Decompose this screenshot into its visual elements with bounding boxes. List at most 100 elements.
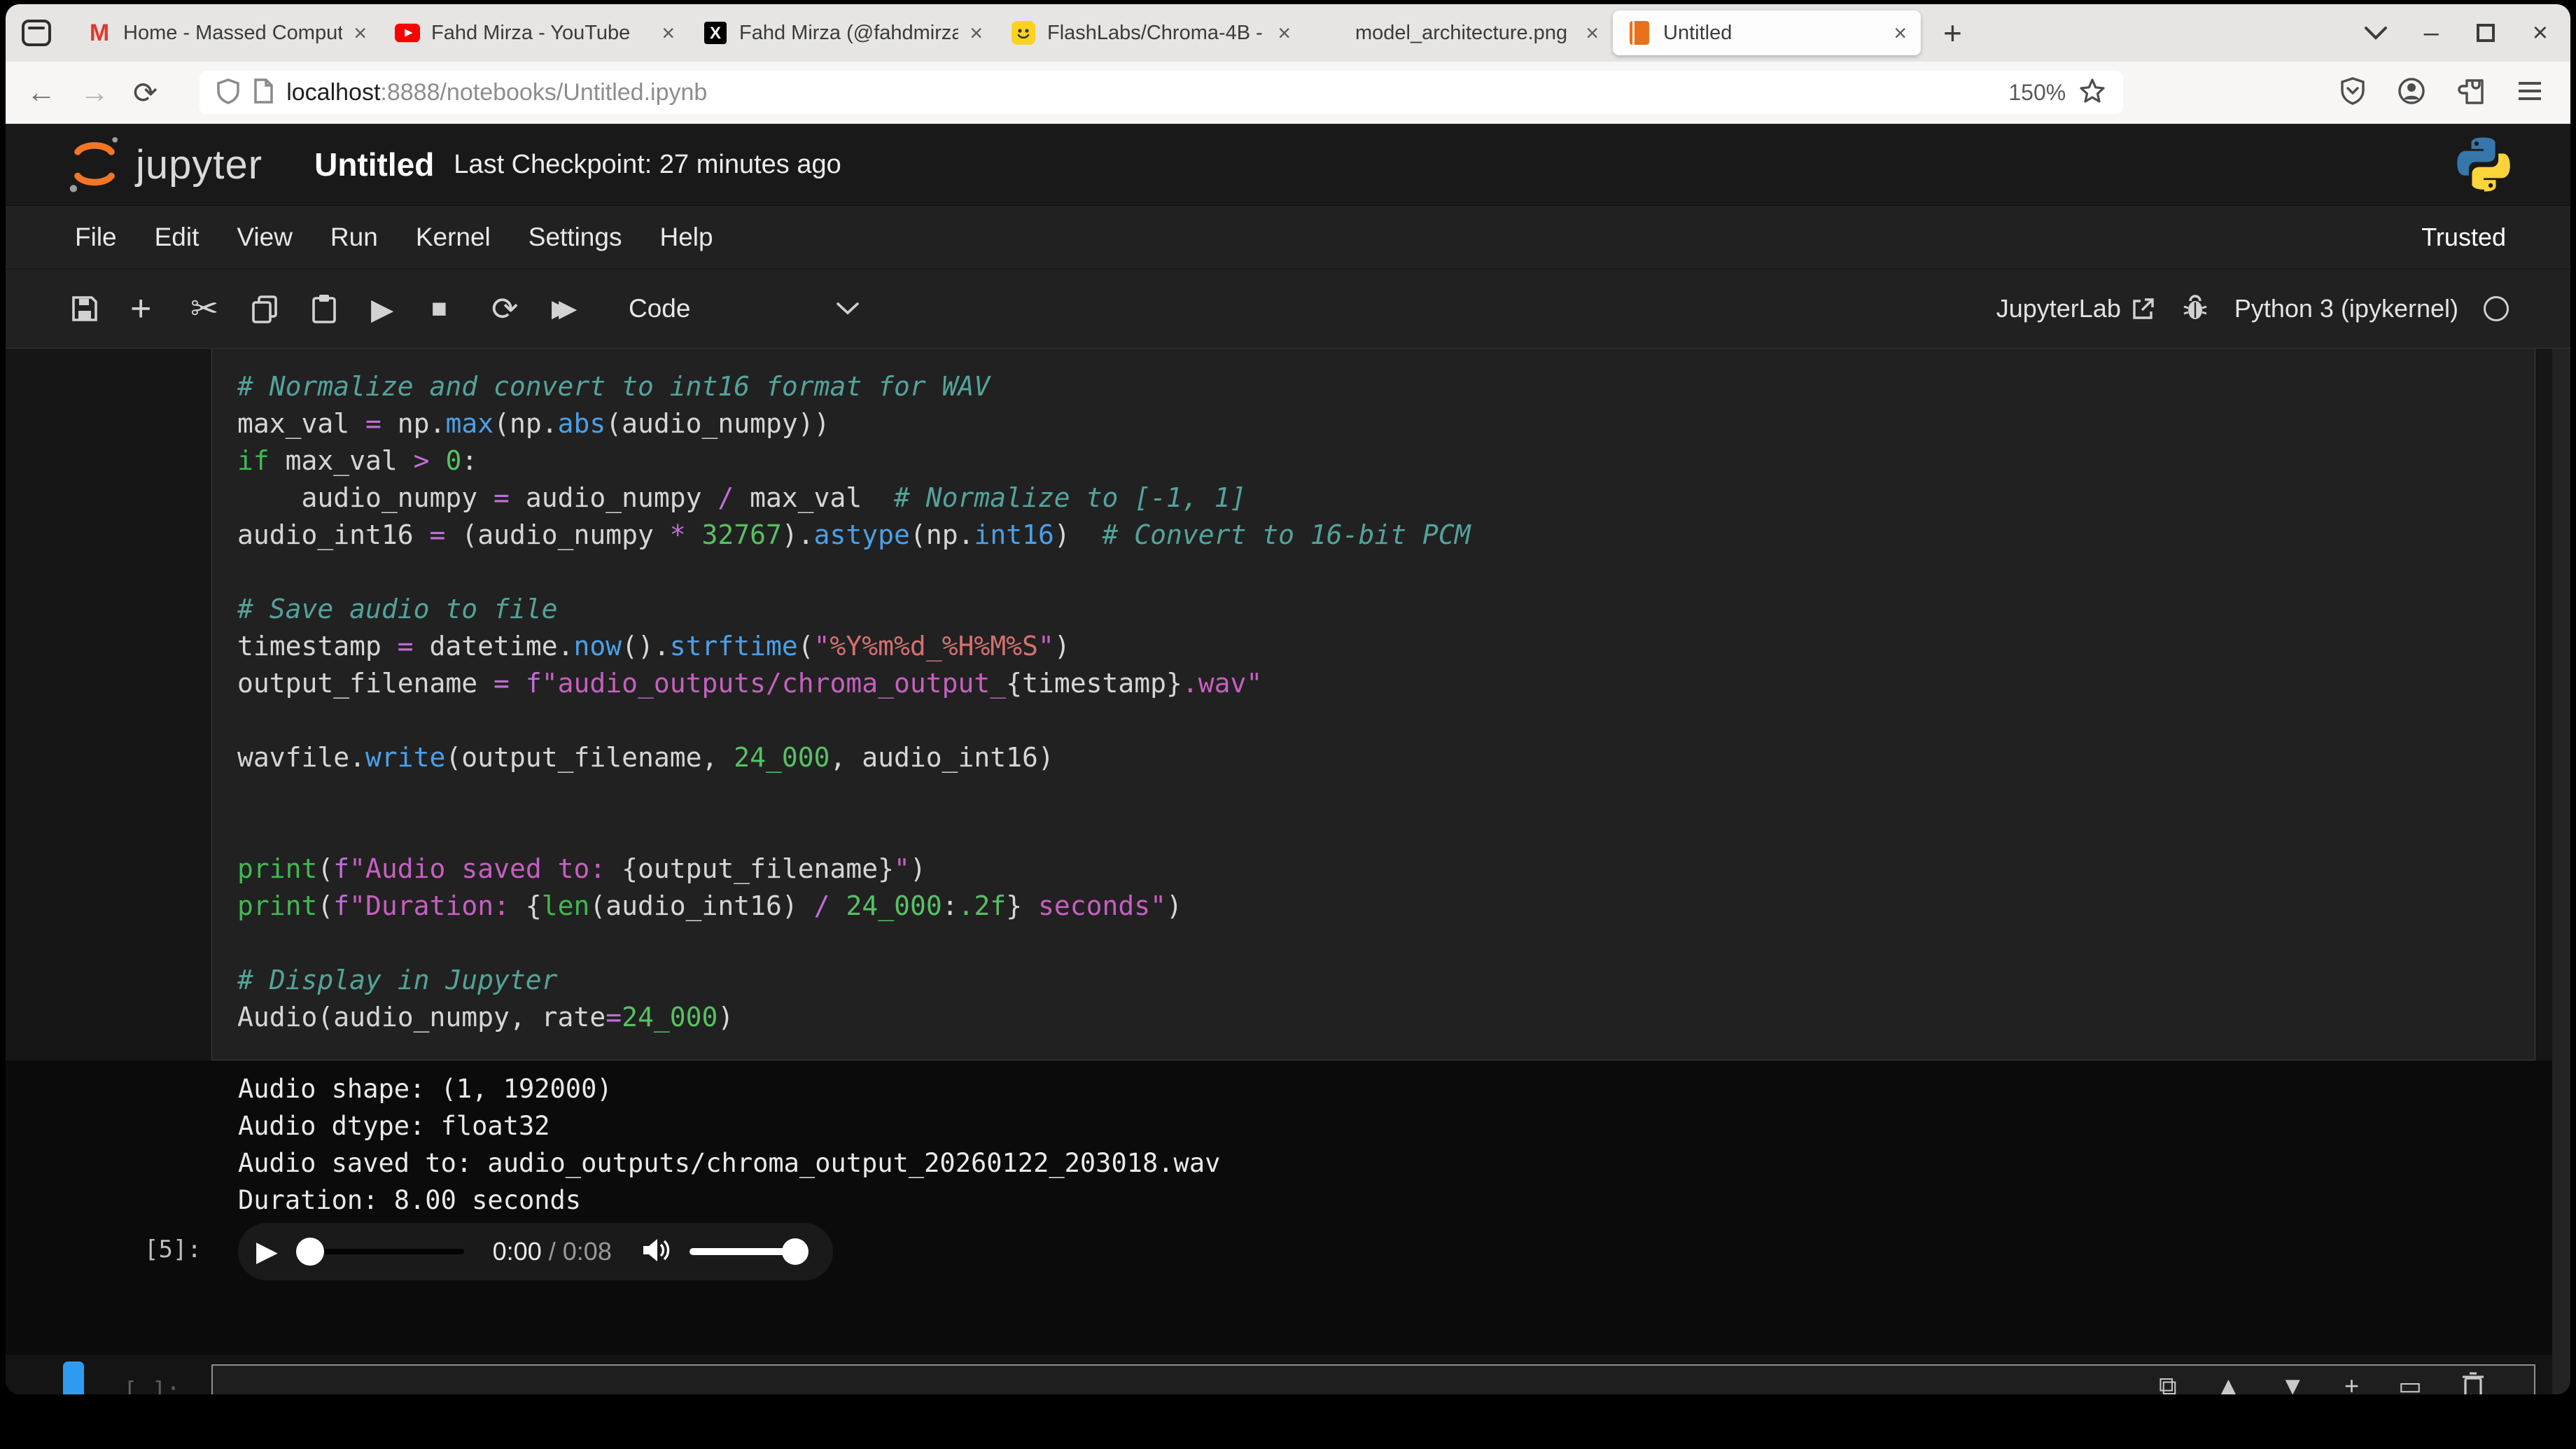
list-all-tabs-chevron-icon[interactable] — [2364, 25, 2388, 41]
tab-close-icon[interactable]: × — [354, 20, 367, 46]
browser-navigation-bar: ← → ⟳ localhost:8888/notebooks/Untitled.… — [6, 62, 2570, 124]
tab-close-icon[interactable]: × — [1586, 20, 1599, 46]
back-button-icon[interactable]: ← — [27, 76, 56, 109]
code-line: # Display in Jupyter — [237, 962, 2535, 999]
code-line: print(f"Audio saved to: {output_filename… — [237, 850, 2535, 888]
code-line: output_filename = f"audio_outputs/chroma… — [237, 665, 2535, 702]
jupyter-header: jupyter Untitled Last Checkpoint: 27 min… — [6, 124, 2570, 205]
code-line: Audio(audio_numpy, rate=24_000) — [237, 999, 2535, 1036]
next-cell-region: [ ]: ⧉ ▲ ▼ + ▭ — [6, 1354, 2570, 1394]
code-line: wavfile.write(output_filename, 24_000, a… — [237, 739, 2535, 776]
python-logo-icon — [2451, 132, 2516, 197]
browser-tab-6[interactable]: Untitled× — [1613, 10, 1921, 55]
menu-item-edit[interactable]: Edit — [136, 223, 218, 252]
code-line: audio_int16 = (audio_numpy * 32767).asty… — [237, 517, 2535, 554]
menu-item-run[interactable]: Run — [312, 223, 397, 252]
code-content: # Normalize and convert to int16 format … — [237, 368, 2535, 1036]
menu-item-file[interactable]: File — [56, 223, 136, 252]
cell-type-dropdown[interactable]: Code — [629, 294, 860, 323]
insert-cell-below-icon[interactable]: ▭ — [2398, 1371, 2422, 1394]
youtube-icon — [395, 20, 420, 46]
massed-compute-icon: M — [87, 20, 112, 46]
tab-close-icon[interactable]: × — [969, 20, 983, 46]
tab-list: MHome - Massed Compute×Fahd Mirza - YouT… — [73, 4, 1921, 62]
window-minimize-button[interactable]: – — [2424, 18, 2439, 48]
volume-slider[interactable] — [690, 1238, 806, 1266]
notebook-title[interactable]: Untitled — [314, 146, 434, 183]
bookmark-star-icon[interactable] — [2078, 77, 2106, 108]
restart-run-all-icon[interactable]: ▶▶ — [552, 295, 612, 323]
browser-tab-1[interactable]: MHome - Massed Compute× — [73, 10, 381, 55]
move-cell-down-icon[interactable]: ▼ — [2280, 1371, 2305, 1394]
toolbar-right: JupyterLab Python 3 (ipykernel) — [1996, 293, 2509, 326]
trusted-status-label[interactable]: Trusted — [2421, 223, 2506, 252]
restart-kernel-icon[interactable]: ⟳ — [491, 290, 552, 328]
extensions-puzzle-icon[interactable] — [2457, 76, 2485, 109]
duplicate-cell-icon[interactable]: ⧉ — [2159, 1371, 2177, 1394]
audio-player[interactable]: ▶ 0:00 / 0:08 — [238, 1223, 833, 1280]
tab-close-icon[interactable]: × — [662, 20, 675, 46]
paste-cell-icon[interactable] — [311, 293, 371, 324]
reload-button-icon[interactable]: ⟳ — [133, 76, 158, 110]
move-cell-up-icon[interactable]: ▲ — [2216, 1371, 2241, 1394]
browser-tab-2[interactable]: Fahd Mirza - YouTube× — [381, 10, 689, 55]
delete-cell-icon[interactable] — [2461, 1371, 2485, 1394]
code-line: # Save audio to file — [237, 591, 2535, 628]
new-tab-button[interactable]: + — [1936, 14, 1969, 52]
run-cell-icon[interactable]: ▶ — [371, 292, 431, 326]
output-prompt: [5]: — [144, 1236, 202, 1264]
speaker-icon[interactable] — [640, 1236, 671, 1268]
menu-item-help[interactable]: Help — [640, 223, 732, 252]
stop-kernel-icon[interactable]: ■ — [431, 294, 491, 324]
volume-thumb[interactable] — [782, 1238, 808, 1265]
menu-item-kernel[interactable]: Kernel — [397, 223, 510, 252]
seek-thumb[interactable] — [296, 1238, 324, 1266]
cut-cell-icon[interactable]: ✂ — [190, 289, 251, 328]
chevron-down-icon — [836, 302, 860, 316]
output-text: Audio shape: (1, 192000)Audio dtype: flo… — [238, 1070, 1220, 1219]
kernel-status-icon[interactable] — [2484, 296, 2509, 321]
tab-close-icon[interactable]: × — [1278, 20, 1291, 46]
insert-cell-above-icon[interactable]: + — [2344, 1371, 2359, 1394]
code-cell-editor[interactable]: # Normalize and convert to int16 format … — [211, 349, 2535, 1060]
url-address-field[interactable]: localhost:8888/notebooks/Untitled.ipynb … — [200, 71, 2123, 114]
forward-button-icon[interactable]: → — [80, 76, 109, 109]
none-icon — [1319, 20, 1344, 46]
shield-permissions-icon[interactable] — [2339, 76, 2366, 109]
output-line: Duration: 8.00 seconds — [238, 1182, 1220, 1219]
code-line: timestamp = datetime.now().strftime("%Y%… — [237, 628, 2535, 665]
site-info-page-icon[interactable] — [253, 78, 274, 107]
window-maximize-button[interactable] — [2475, 22, 2496, 43]
save-icon[interactable] — [70, 294, 130, 323]
open-in-jupyterlab-link[interactable]: JupyterLab — [1996, 294, 2156, 323]
debugger-bug-icon[interactable] — [2181, 293, 2209, 326]
account-icon[interactable] — [2397, 76, 2426, 109]
code-line — [237, 776, 2535, 813]
code-line: max_val = np.max(np.abs(audio_numpy)) — [237, 405, 2535, 442]
tracking-shield-icon[interactable] — [216, 78, 240, 108]
add-cell-icon[interactable]: + — [130, 288, 190, 330]
jupyter-book-icon — [1627, 20, 1652, 46]
window-close-button[interactable]: × — [2533, 18, 2548, 48]
play-icon[interactable]: ▶ — [256, 1238, 278, 1266]
seek-slider[interactable] — [296, 1238, 464, 1266]
jupyter-logo-icon — [64, 131, 125, 198]
tab-title: FlashLabs/Chroma-4B - H — [1047, 22, 1266, 45]
notebook-area: # Normalize and convert to int16 format … — [6, 349, 2570, 1394]
tab-close-icon[interactable]: × — [1893, 20, 1907, 46]
notebook-scrollbar[interactable] — [2552, 349, 2570, 1394]
copy-cell-icon[interactable] — [251, 294, 311, 323]
kernel-name-label[interactable]: Python 3 (ipykernel) — [2234, 294, 2458, 323]
browser-tab-5[interactable]: model_architecture.png (PN× — [1305, 10, 1613, 55]
x-logo-icon: X — [703, 20, 728, 46]
menu-item-view[interactable]: View — [218, 223, 312, 252]
browser-tab-4[interactable]: FlashLabs/Chroma-4B - H × — [997, 10, 1305, 55]
cell-toolbar: ⧉ ▲ ▼ + ▭ — [2159, 1371, 2485, 1394]
menu-item-settings[interactable]: Settings — [510, 223, 641, 252]
zoom-level-indicator[interactable]: 150% — [2008, 80, 2066, 106]
next-cell-editor[interactable]: ⧉ ▲ ▼ + ▭ — [211, 1364, 2535, 1394]
browser-tab-3[interactable]: XFahd Mirza (@fahdmirza× — [689, 10, 997, 55]
menu-hamburger-icon[interactable] — [2516, 79, 2544, 106]
firefox-view-icon[interactable] — [18, 16, 55, 50]
output-line: Audio saved to: audio_outputs/chroma_out… — [238, 1144, 1220, 1182]
